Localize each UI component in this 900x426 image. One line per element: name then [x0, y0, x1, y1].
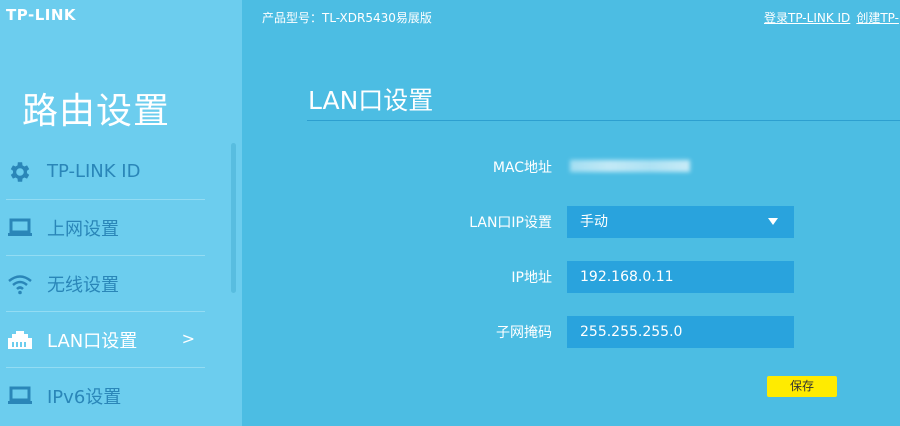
sidebar-item-tp-link-id[interactable]: TP-LINK ID — [6, 144, 205, 200]
lan-ip-mode-select[interactable]: 手动 — [567, 206, 794, 238]
laptop-icon — [6, 214, 34, 242]
sidebar-item-label: LAN口设置 — [47, 330, 138, 352]
sidebar-item-label: IPv6设置 — [47, 386, 122, 408]
sidebar-scrollbar[interactable] — [231, 143, 236, 293]
create-tp-link-id-link[interactable]: 创建TP- — [856, 11, 899, 25]
top-links: 登录TP-LINK ID 创建TP- — [764, 9, 900, 26]
save-button[interactable]: 保存 — [767, 376, 837, 397]
subnet-mask-label: 子网掩码 — [496, 325, 552, 341]
mac-label: MAC地址 — [492, 160, 552, 176]
sidebar-item-wireless[interactable]: 无线设置 — [6, 256, 205, 312]
caret-down-icon — [768, 218, 778, 225]
ip-address-label: IP地址 — [511, 270, 552, 286]
sidebar-item-label: TP-LINK ID — [47, 161, 141, 182]
gear-icon — [6, 158, 34, 186]
sidebar-menu: TP-LINK ID 上网设置 无线设置 LAN口设置 > IPv6设置 — [0, 144, 205, 423]
subnet-mask-input[interactable] — [567, 316, 794, 348]
sidebar-item-internet[interactable]: 上网设置 — [6, 200, 205, 256]
sidebar-item-label: 无线设置 — [47, 274, 119, 296]
sidebar-item-label: 上网设置 — [47, 218, 119, 240]
login-tp-link-id-link[interactable]: 登录TP-LINK ID — [764, 11, 850, 25]
sidebar-item-ipv6[interactable]: IPv6设置 — [6, 368, 205, 423]
wifi-icon — [6, 270, 34, 298]
mac-value-redacted — [570, 160, 690, 172]
sidebar: TP-LINK 路由设置 TP-LINK ID 上网设置 无线设置 LAN口设置… — [0, 0, 242, 426]
page-title: LAN口设置 — [308, 86, 434, 115]
lan-port-icon — [6, 326, 34, 354]
chevron-right-icon: > — [181, 329, 195, 348]
title-divider — [307, 120, 900, 121]
sidebar-title: 路由设置 — [22, 91, 171, 132]
product-model: 产品型号：TL-XDR5430易展版 — [262, 11, 432, 25]
tp-link-logo: TP-LINK — [6, 6, 77, 24]
ip-address-input[interactable] — [567, 261, 794, 293]
lan-ip-mode-label: LAN口IP设置 — [469, 215, 552, 231]
sidebar-item-lan[interactable]: LAN口设置 > — [6, 312, 205, 368]
lan-ip-mode-value: 手动 — [580, 214, 608, 230]
laptop-icon — [6, 382, 34, 410]
